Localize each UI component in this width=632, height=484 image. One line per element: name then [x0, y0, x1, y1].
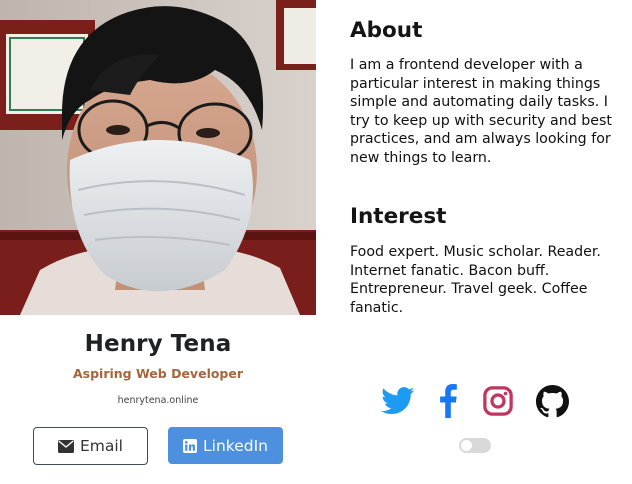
profile-name: Henry Tena	[84, 331, 232, 357]
toggle-knob	[461, 440, 472, 451]
interest-heading: Interest	[350, 204, 447, 229]
profile-role: Aspiring Web Developer	[72, 366, 244, 381]
about-heading: About	[350, 18, 423, 43]
email-button-label: Email	[79, 437, 123, 455]
twitter-link[interactable]	[380, 383, 416, 419]
profile-website[interactable]: henrytena.online	[0, 395, 316, 406]
twitter-icon	[381, 387, 415, 415]
github-icon	[535, 384, 569, 417]
profile-photo	[0, 0, 316, 315]
instagram-link[interactable]	[481, 383, 514, 419]
envelope-icon	[57, 439, 74, 453]
interest-text: Food expert. Music scholar. Reader. Inte…	[350, 244, 601, 316]
linkedin-button-label: LinkedIn	[203, 436, 268, 455]
instagram-icon	[482, 386, 513, 416]
facebook-icon	[440, 384, 457, 418]
linkedin-icon	[183, 438, 198, 453]
about-text: I am a frontend developer with a particu…	[350, 57, 612, 166]
facebook-link[interactable]	[436, 383, 460, 419]
profile-card: Henry Tena Aspiring Web Developer henryt…	[0, 0, 632, 484]
linkedin-button[interactable]: LinkedIn	[168, 427, 283, 464]
theme-toggle[interactable]	[459, 438, 491, 453]
github-link[interactable]	[534, 383, 570, 419]
email-button[interactable]: Email	[33, 427, 148, 465]
